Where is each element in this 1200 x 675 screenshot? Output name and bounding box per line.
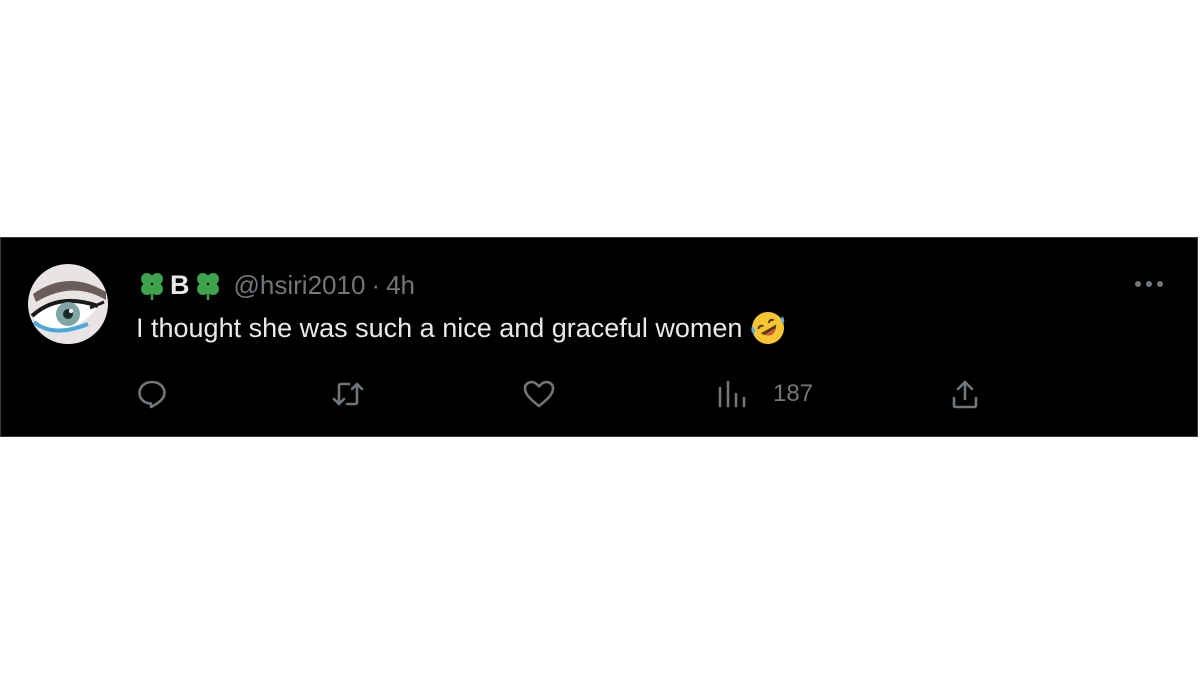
share-icon (952, 380, 978, 409)
more-horizontal-icon (1135, 281, 1163, 287)
tweet-text-content: I thought she was such a nice and gracef… (136, 312, 743, 343)
heart-icon (523, 380, 555, 408)
avatar-eye-image (28, 264, 108, 344)
reply-button[interactable] (136, 374, 168, 414)
tweet-text: I thought she was such a nice and gracef… (136, 310, 786, 346)
retweet-icon (332, 382, 364, 406)
four-leaf-clover-icon (141, 273, 163, 300)
share-button[interactable] (949, 374, 981, 414)
views-icon (718, 380, 746, 408)
separator-dot: · (371, 269, 381, 300)
rolling-on-floor-laughing-emoji (751, 312, 785, 344)
display-name-text: B (170, 269, 190, 300)
tweet-header: B @hsiri2010 · 4h (136, 268, 415, 302)
four-leaf-clover-icon (196, 273, 219, 300)
retweet-button[interactable] (331, 374, 365, 414)
views-count: 187 (773, 380, 814, 407)
tweet-actions: 187 (1, 374, 1199, 414)
tweet-card[interactable]: B @hsiri2010 · 4h I thought she was such… (0, 237, 1198, 437)
display-name[interactable]: B (136, 269, 224, 301)
tweet-timestamp[interactable]: 4h (386, 270, 415, 301)
more-options-button[interactable] (1131, 272, 1167, 296)
views-button[interactable]: 187 (717, 374, 813, 414)
like-button[interactable] (522, 374, 556, 414)
user-handle[interactable]: @hsiri2010 (234, 270, 366, 301)
avatar[interactable] (28, 264, 108, 344)
reply-icon (138, 380, 166, 409)
